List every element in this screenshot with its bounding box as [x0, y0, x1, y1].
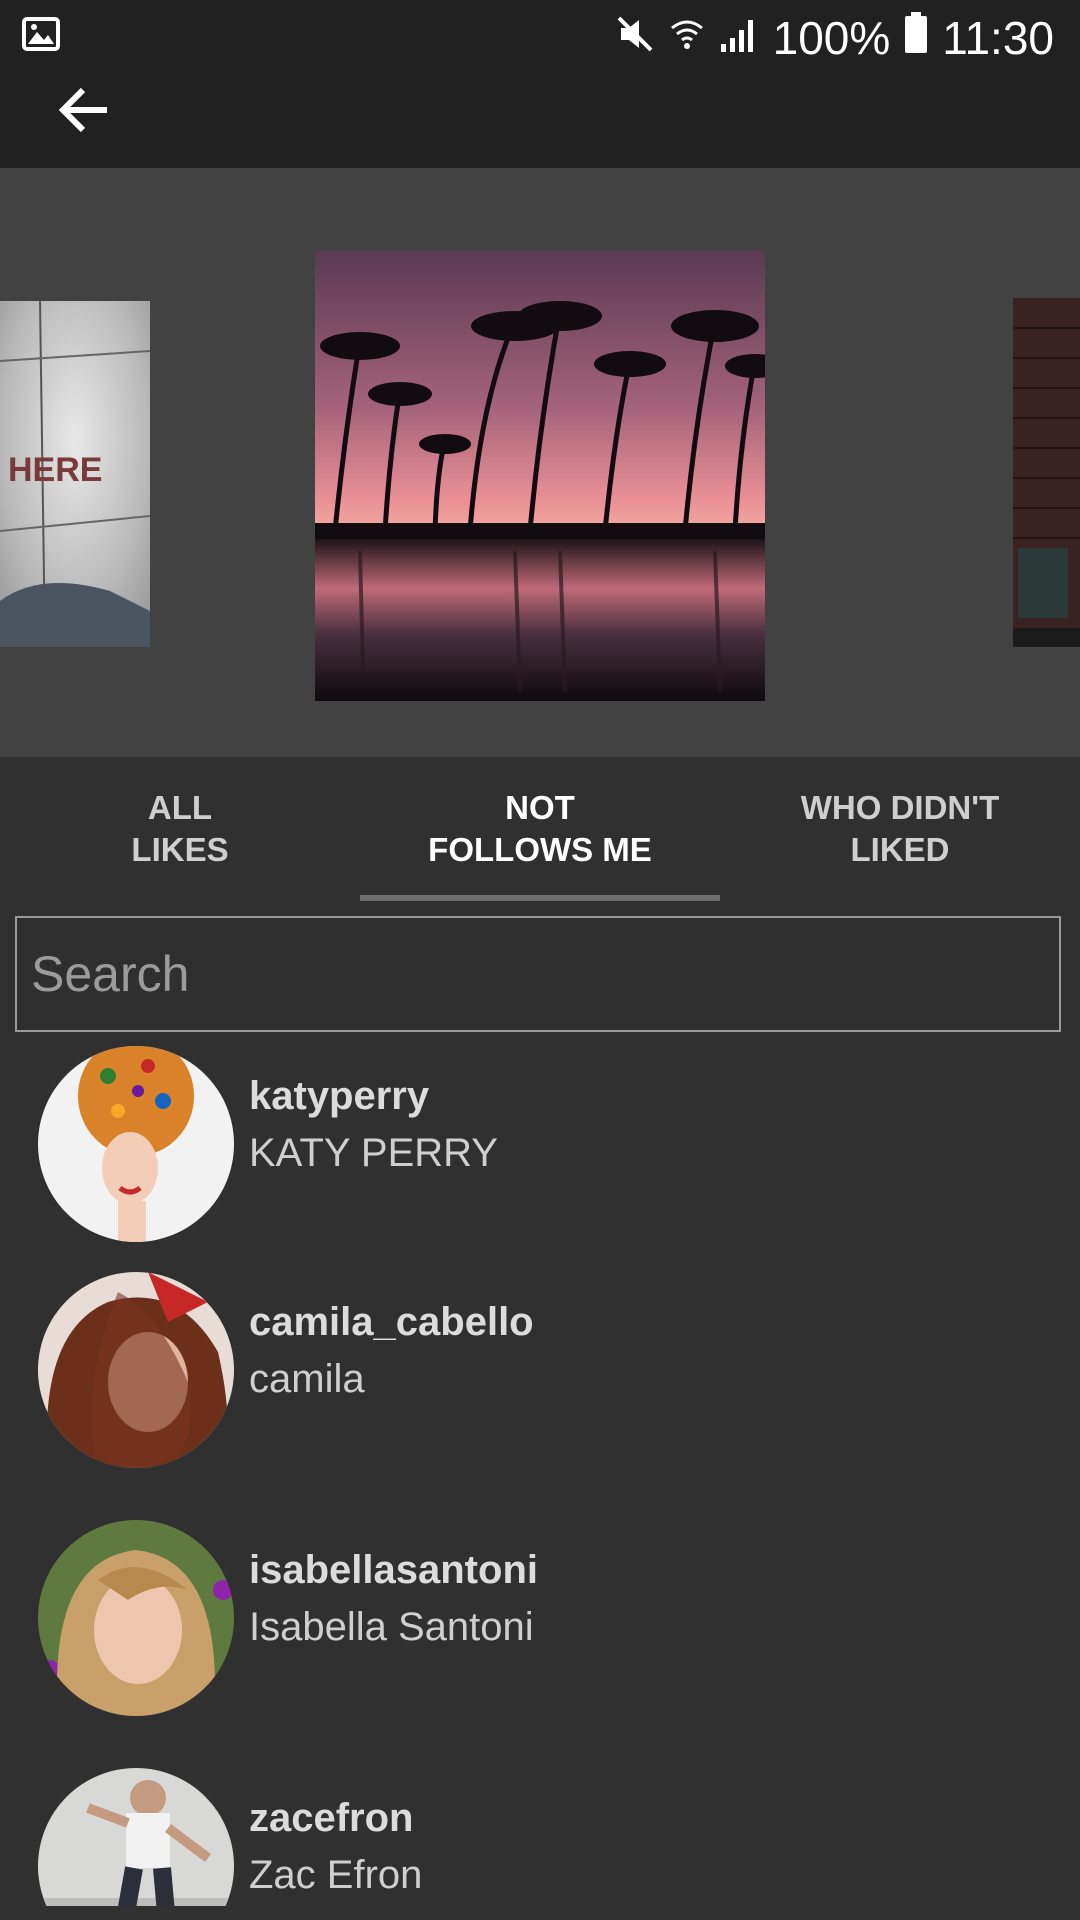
tab-label-line2: FOLLOWS ME	[428, 831, 652, 868]
signal-icon	[719, 11, 759, 65]
app-bar	[0, 75, 1080, 168]
avatar	[38, 1768, 234, 1906]
tab-label-line1: WHO DIDN'T	[800, 789, 1000, 826]
battery-percent: 100%	[772, 12, 891, 64]
username: zacefron	[249, 1796, 414, 1840]
photo-text: HERE	[8, 451, 102, 489]
username: isabellasantoni	[249, 1548, 538, 1592]
search-input[interactable]	[17, 918, 1059, 1030]
avatar	[38, 1046, 234, 1242]
active-tab-indicator	[360, 895, 720, 901]
full-name: camila	[249, 1357, 365, 1401]
back-button[interactable]	[50, 75, 120, 145]
tab-who-didnt-liked[interactable]: WHO DIDN'T LIKED	[760, 787, 1040, 887]
list-item[interactable]: camila_cabello camila	[0, 1272, 1080, 1472]
wifi-icon	[669, 11, 705, 65]
tab-label-line2: LIKED	[850, 831, 950, 868]
list-item[interactable]: katyperry KATY PERRY	[0, 1046, 1080, 1246]
mute-icon	[615, 11, 655, 65]
post-thumbnail-right[interactable]	[1013, 298, 1080, 647]
list-item[interactable]: isabellasantoni Isabella Santoni	[0, 1520, 1080, 1720]
avatar	[38, 1272, 234, 1468]
photo-carousel[interactable]: HERE	[0, 168, 1080, 757]
tab-bar: ALL LIKES NOT FOLLOWS ME WHO DIDN'T LIKE…	[0, 757, 1080, 902]
username: katyperry	[249, 1074, 430, 1118]
post-thumbnail-selected[interactable]	[315, 251, 765, 701]
arrow-left-icon	[58, 87, 107, 133]
search-box	[15, 916, 1061, 1032]
clock: 11:30	[942, 12, 1054, 64]
full-name: KATY PERRY	[249, 1131, 498, 1175]
tab-label-line1: ALL	[147, 789, 213, 826]
user-list[interactable]: katyperry KATY PERRY camila_cabello cami…	[0, 1046, 1080, 1906]
tab-label-line2: LIKES	[131, 831, 229, 868]
battery-icon	[904, 11, 928, 65]
post-thumbnail-left[interactable]: HERE	[0, 301, 150, 647]
gallery-notification-icon	[22, 16, 60, 57]
username: camila_cabello	[249, 1300, 534, 1344]
avatar	[38, 1520, 234, 1716]
tab-not-follows-me[interactable]: NOT FOLLOWS ME	[380, 787, 700, 887]
tab-all-likes[interactable]: ALL LIKES	[70, 787, 290, 887]
status-bar: 100% 11:30	[0, 0, 1080, 75]
full-name: Zac Efron	[249, 1853, 423, 1897]
tab-label-line1: NOT	[505, 789, 575, 826]
full-name: Isabella Santoni	[249, 1605, 534, 1649]
list-item[interactable]: zacefron Zac Efron	[0, 1768, 1080, 1906]
